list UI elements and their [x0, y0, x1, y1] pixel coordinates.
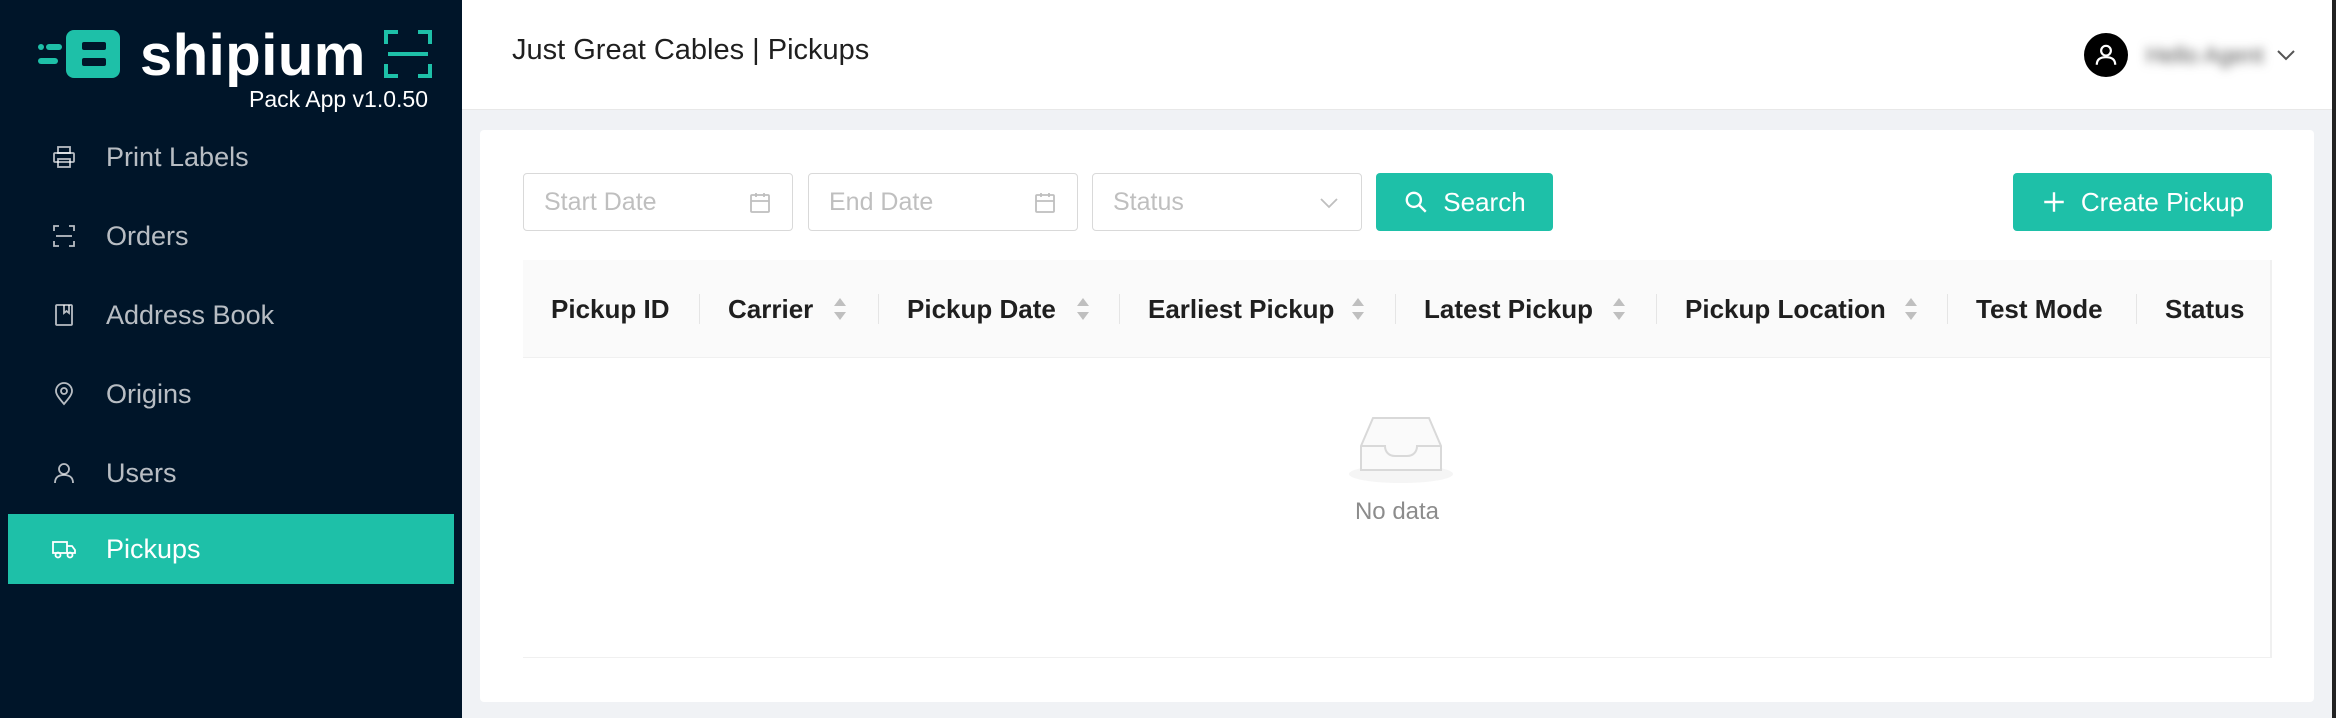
- end-date-picker[interactable]: [808, 173, 1078, 231]
- column-header-test-mode: Test Mode: [1976, 293, 2103, 324]
- printer-icon: [50, 143, 78, 171]
- sidebar-item-users[interactable]: Users: [8, 438, 454, 508]
- chevron-down-icon: [1320, 198, 1338, 209]
- search-button[interactable]: Search: [1376, 173, 1553, 231]
- user-menu[interactable]: Hello Agent: [2084, 33, 2296, 77]
- status-select-placeholder: Status: [1113, 187, 1184, 216]
- sidebar-item-label: Pickups: [106, 533, 201, 564]
- column-header-earliest-pickup[interactable]: Earliest Pickup: [1120, 260, 1395, 358]
- pickups-card: Status Search Create Pickup: [480, 130, 2314, 702]
- table-header: Pickup ID Carrier Pickup Date Earliest P…: [523, 260, 2271, 358]
- brand-logo[interactable]: shipium Pack App v1.0.50: [38, 23, 438, 118]
- search-button-label: Search: [1443, 186, 1526, 217]
- end-date-input[interactable]: [829, 187, 1009, 217]
- status-select[interactable]: Status: [1092, 173, 1362, 231]
- user-icon: [50, 459, 78, 487]
- column-header-pickup-date[interactable]: Pickup Date: [879, 260, 1119, 358]
- shipium-logo-mark-icon: [38, 30, 120, 78]
- sidebar-item-origins[interactable]: Origins: [8, 359, 454, 429]
- page-title: Just Great Cables | Pickups: [512, 34, 870, 66]
- create-pickup-button[interactable]: Create Pickup: [2013, 173, 2272, 231]
- app-root: shipium Pack App v1.0.50 Print Labels Or…: [0, 0, 2336, 718]
- sidebar: shipium Pack App v1.0.50 Print Labels Or…: [0, 0, 462, 718]
- sidebar-item-orders[interactable]: Orders: [8, 201, 454, 271]
- column-header-latest-pickup[interactable]: Latest Pickup: [1396, 260, 1656, 358]
- start-date-picker[interactable]: [523, 173, 793, 231]
- truck-icon: [50, 535, 78, 563]
- table-empty-state: No data: [523, 358, 2271, 658]
- sidebar-item-label: Origins: [106, 378, 192, 409]
- column-header-pickup-location[interactable]: Pickup Location: [1657, 260, 1947, 358]
- sort-icon: [1077, 298, 1089, 320]
- empty-state-text: No data: [1354, 498, 1440, 525]
- create-pickup-button-label: Create Pickup: [2080, 186, 2245, 217]
- chevron-down-icon: [2277, 50, 2295, 61]
- avatar: [2084, 33, 2128, 77]
- sidebar-item-print-labels[interactable]: Print Labels: [8, 122, 454, 192]
- table-border: [2270, 260, 2272, 658]
- column-header-status: Status: [2165, 293, 2245, 324]
- book-icon: [50, 301, 78, 329]
- brand-name: shipium: [140, 23, 366, 88]
- sort-icon: [834, 298, 846, 320]
- app-version: Pack App v1.0.50: [248, 86, 428, 112]
- top-header: Just Great Cables | Pickups Hello Agent: [462, 0, 2336, 110]
- column-header-pickup-id: Pickup ID: [551, 293, 670, 324]
- plus-icon: [2041, 189, 2067, 215]
- location-pin-icon: [50, 380, 78, 408]
- user-name: Hello Agent: [2146, 41, 2264, 68]
- start-date-input[interactable]: [544, 187, 724, 217]
- sidebar-item-address-book[interactable]: Address Book: [8, 280, 454, 350]
- calendar-icon: [750, 193, 770, 213]
- empty-inbox-icon: [1349, 417, 1453, 483]
- scan-frame-icon: [384, 30, 432, 78]
- pickups-table: Pickup ID Carrier Pickup Date Earliest P…: [523, 260, 2272, 658]
- window-edge: [2332, 0, 2336, 718]
- search-icon: [1403, 189, 1429, 215]
- column-header-carrier[interactable]: Carrier: [700, 260, 878, 358]
- sidebar-item-label: Orders: [106, 220, 189, 251]
- sidebar-item-pickups[interactable]: Pickups: [8, 514, 454, 584]
- sort-icon: [1905, 298, 1917, 320]
- sort-icon: [1352, 298, 1364, 320]
- sidebar-item-label: Address Book: [106, 299, 275, 330]
- sidebar-item-label: Print Labels: [106, 141, 249, 172]
- sidebar-item-label: Users: [106, 457, 177, 488]
- scan-icon: [50, 222, 78, 250]
- calendar-icon: [1035, 193, 1055, 213]
- sort-icon: [1613, 298, 1625, 320]
